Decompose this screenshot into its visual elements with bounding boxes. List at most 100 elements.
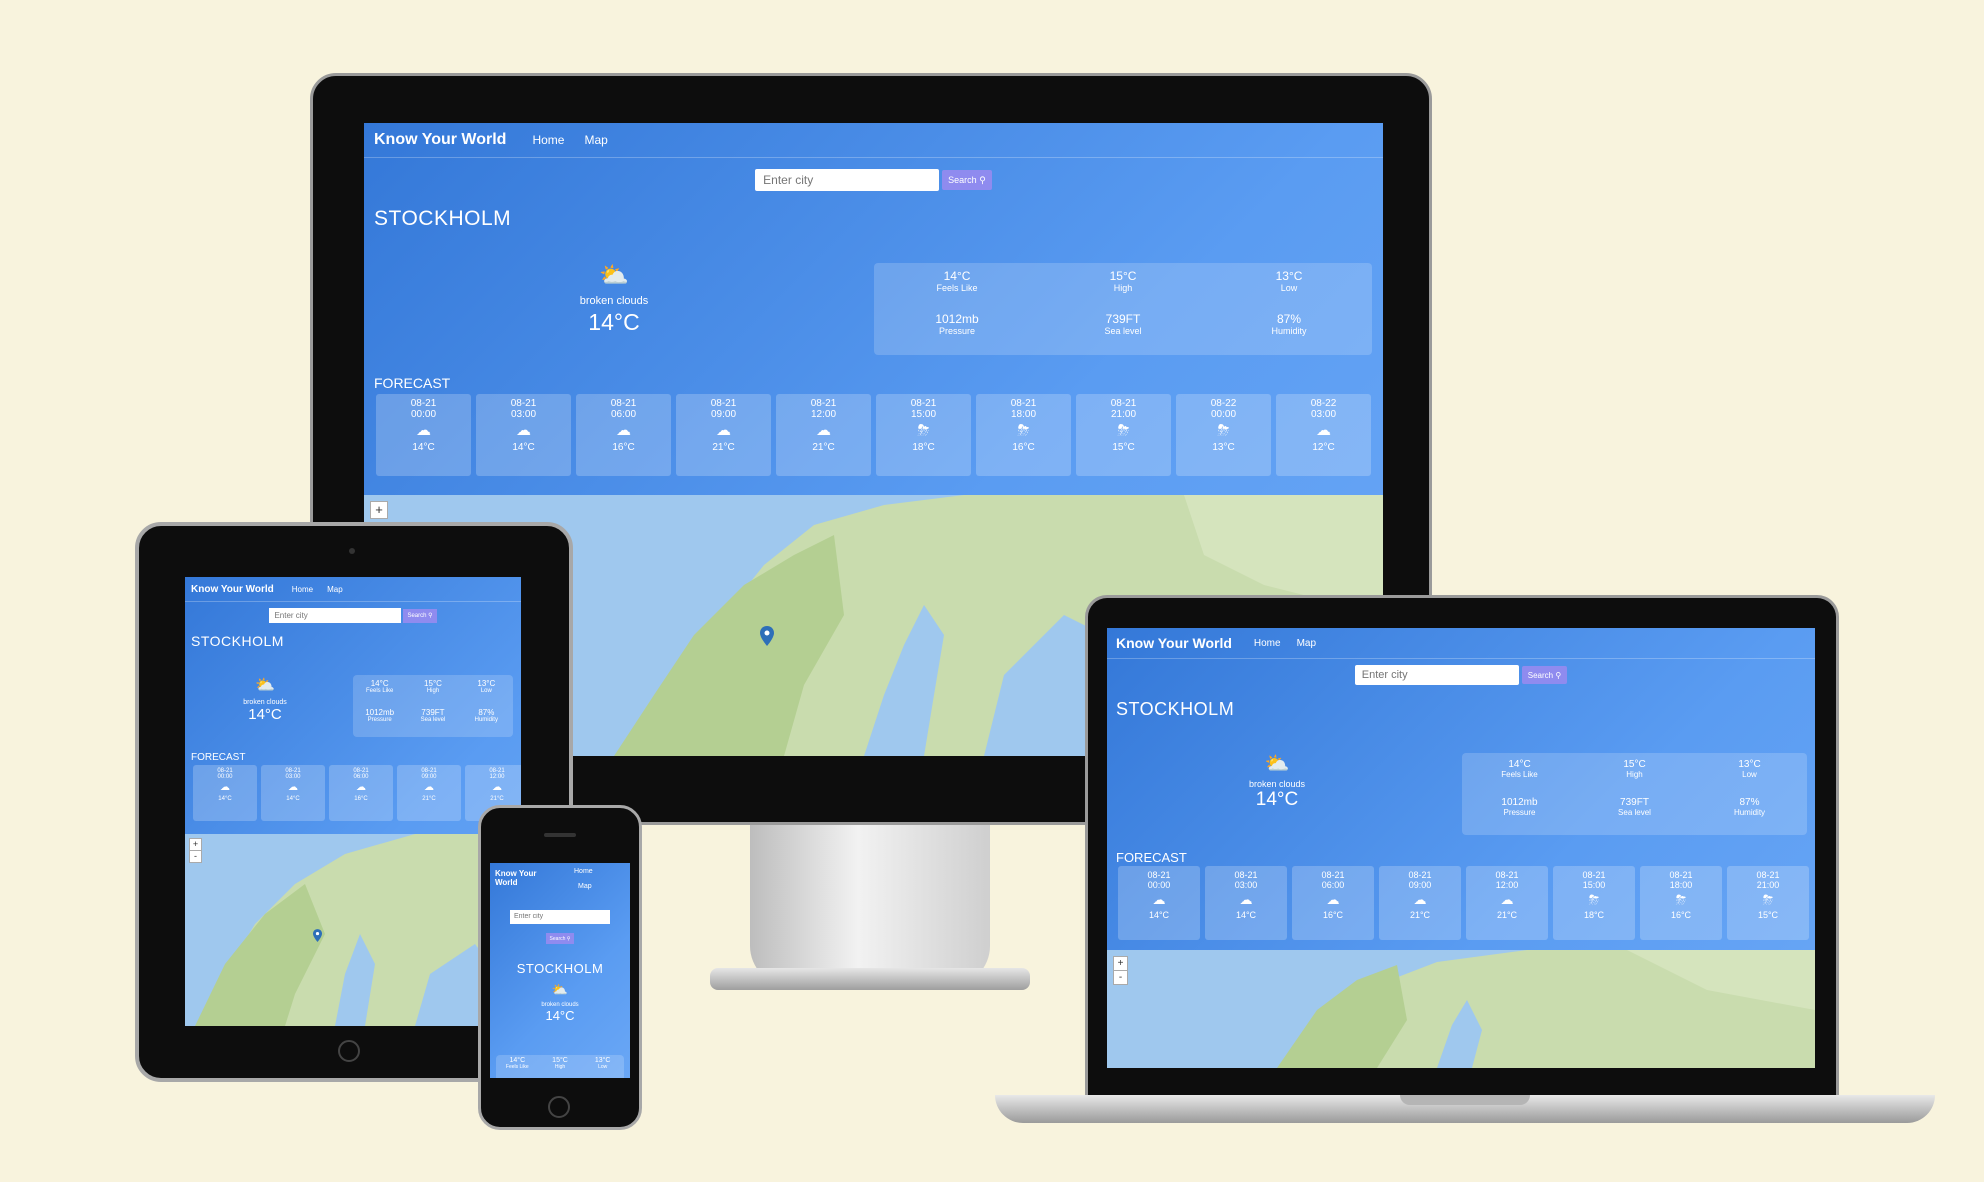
detail-label: Feels Like [936, 283, 978, 293]
forecast-temp: 18°C [912, 442, 935, 453]
map-marker-icon[interactable] [313, 929, 322, 942]
nav-home-link[interactable]: Home [574, 868, 593, 875]
phone-screen: Know YourWorld Home Map Search ⚲ STOCKHO… [490, 863, 630, 1078]
brand-logo[interactable]: Know Your World [191, 584, 274, 595]
nav-map-link[interactable]: Map [578, 883, 592, 890]
map-zoom-out-button[interactable]: - [189, 850, 202, 863]
search-button[interactable]: Search ⚲ [545, 933, 575, 944]
city-search-input[interactable] [510, 909, 610, 924]
search-button[interactable]: Search ⚲ [942, 170, 992, 190]
forecast-date: 08-21 [1408, 870, 1432, 880]
nav-home-link[interactable]: Home [292, 585, 313, 594]
weather-details-panel: 14°C Feels Like 15°C High 13°C Low 1012mb Pr… [874, 263, 1372, 355]
forecast-date: 08-21 [910, 398, 937, 409]
detail-value: 739FT [1105, 312, 1141, 326]
brand-logo[interactable]: Know Your World [1116, 635, 1232, 651]
forecast-temp: 16°C [1012, 442, 1035, 453]
detail-value: 87% [1276, 312, 1302, 326]
map-zoom-out-button[interactable]: - [1113, 970, 1128, 985]
search-button[interactable]: Search ⚲ [403, 608, 437, 623]
forecast-temp: 16°C [354, 796, 368, 802]
current-temperature: 14°C [545, 1007, 575, 1023]
current-temperature: 14°C [588, 309, 640, 335]
map-zoom-in-button[interactable]: + [370, 501, 388, 519]
detail-sea-level: 739FT Sea level [1040, 312, 1206, 355]
search-bar: Search ⚲ [364, 169, 1383, 191]
navbar: Know Your World Home Map [185, 577, 521, 602]
map-marker-icon[interactable] [760, 626, 774, 646]
detail-sea-level: 739FT Sea level [406, 708, 459, 737]
rain-icon: ⛈ [917, 422, 930, 439]
forecast-card: 08-21 12:00 ☁ 21°C [776, 394, 871, 476]
forecast-temp: 21°C [1496, 910, 1518, 920]
tablet-home-button[interactable] [338, 1040, 360, 1062]
forecast-time: 12:00 [810, 409, 837, 420]
map-view[interactable]: + - [1107, 950, 1815, 1068]
nav-home-link[interactable]: Home [1254, 638, 1281, 649]
forecast-card: 08-21 03:00 ☁ 14°C [476, 394, 571, 476]
forecast-card: 08-22 03:00 ☁ 12°C [1276, 394, 1371, 476]
rain-icon: ⛈ [1762, 892, 1774, 907]
forecast-temp: 21°C [490, 796, 504, 802]
nav-map-link[interactable]: Map [584, 133, 607, 147]
detail-label: Sea level [1104, 326, 1142, 336]
detail-feels-like: 14°C Feels Like [496, 1057, 539, 1078]
weather-details-panel: 14°C Feels Like 15°C High 13°C Low 1012mb Pr… [1462, 753, 1807, 835]
forecast-time: 06:00 [1321, 880, 1345, 890]
city-search-input[interactable] [755, 169, 940, 191]
forecast-date: 08-21 [1669, 870, 1693, 880]
forecast-temp: 16°C [1670, 910, 1692, 920]
nav-map-link[interactable]: Map [1297, 638, 1316, 649]
search-button-label: Search [1527, 670, 1554, 680]
search-icon: ⚲ [1555, 670, 1562, 680]
monitor-stand [750, 821, 990, 986]
forecast-row: 08-21 00:00 ☁ 14°C 08-21 03:00 ☁ 14°C 08-21 06:… [1118, 866, 1809, 940]
nav-home-link[interactable]: Home [532, 133, 564, 147]
city-name: STOCKHOLM [1116, 699, 1235, 719]
detail-value: 14°C [509, 1057, 526, 1064]
phone-home-button[interactable] [548, 1096, 570, 1118]
forecast-date: 08-21 [1321, 870, 1345, 880]
forecast-temp: 14°C [412, 442, 435, 453]
forecast-heading: FORECAST [1116, 850, 1187, 865]
city-search-input[interactable] [1354, 665, 1519, 685]
forecast-card: 08-21 06:00 ☁ 16°C [1292, 866, 1374, 940]
search-button[interactable]: Search ⚲ [1521, 666, 1568, 684]
map-view[interactable]: + - [185, 834, 521, 1026]
forecast-card: 08-21 09:00 ☁ 21°C [1379, 866, 1461, 940]
forecast-temp: 12°C [1312, 442, 1335, 453]
forecast-card: 08-21 03:00 ☁ 14°C [261, 765, 325, 821]
brand-logo[interactable]: Know Your World [495, 869, 536, 887]
forecast-date: 08-21 [1147, 870, 1171, 880]
brand-logo-line: World [495, 878, 518, 887]
broken-clouds-icon: ☁ [356, 782, 366, 793]
forecast-time: 00:00 [1147, 880, 1171, 890]
broken-clouds-icon: ☁ [516, 422, 531, 439]
forecast-time: 06:00 [610, 409, 637, 420]
broken-clouds-icon: ☁ [616, 422, 631, 439]
broken-clouds-icon: ☁ [220, 782, 230, 793]
detail-label: Feels Like [505, 1064, 529, 1070]
forecast-card: 08-21 00:00 ☁ 14°C [193, 765, 257, 821]
brand-logo[interactable]: Know Your World [374, 131, 506, 149]
detail-label: Pressure [367, 717, 392, 723]
broken-clouds-icon: ⛅ [1264, 753, 1290, 775]
forecast-time: 09:00 [1408, 880, 1432, 890]
search-button-label: Search [549, 935, 566, 942]
city-name: STOCKHOLM [191, 633, 284, 649]
detail-label: Feels Like [365, 688, 394, 694]
detail-label: High [1626, 770, 1643, 779]
detail-humidity: 87% Humidity [1692, 797, 1807, 835]
forecast-card: 08-21 00:00 ☁ 14°C [1118, 866, 1200, 940]
map-zoom-in-button[interactable]: + [1113, 956, 1128, 971]
forecast-temp: 21°C [1409, 910, 1431, 920]
forecast-heading: FORECAST [374, 375, 451, 391]
detail-high: 15°C High [406, 679, 459, 708]
forecast-temp: 14°C [512, 442, 535, 453]
detail-value: 13°C [1738, 759, 1761, 770]
forecast-time: 12:00 [1495, 880, 1519, 890]
phone-speaker [544, 833, 576, 837]
city-search-input[interactable] [269, 608, 402, 623]
nav-map-link[interactable]: Map [327, 585, 343, 594]
detail-value: 15°C [1623, 759, 1646, 770]
